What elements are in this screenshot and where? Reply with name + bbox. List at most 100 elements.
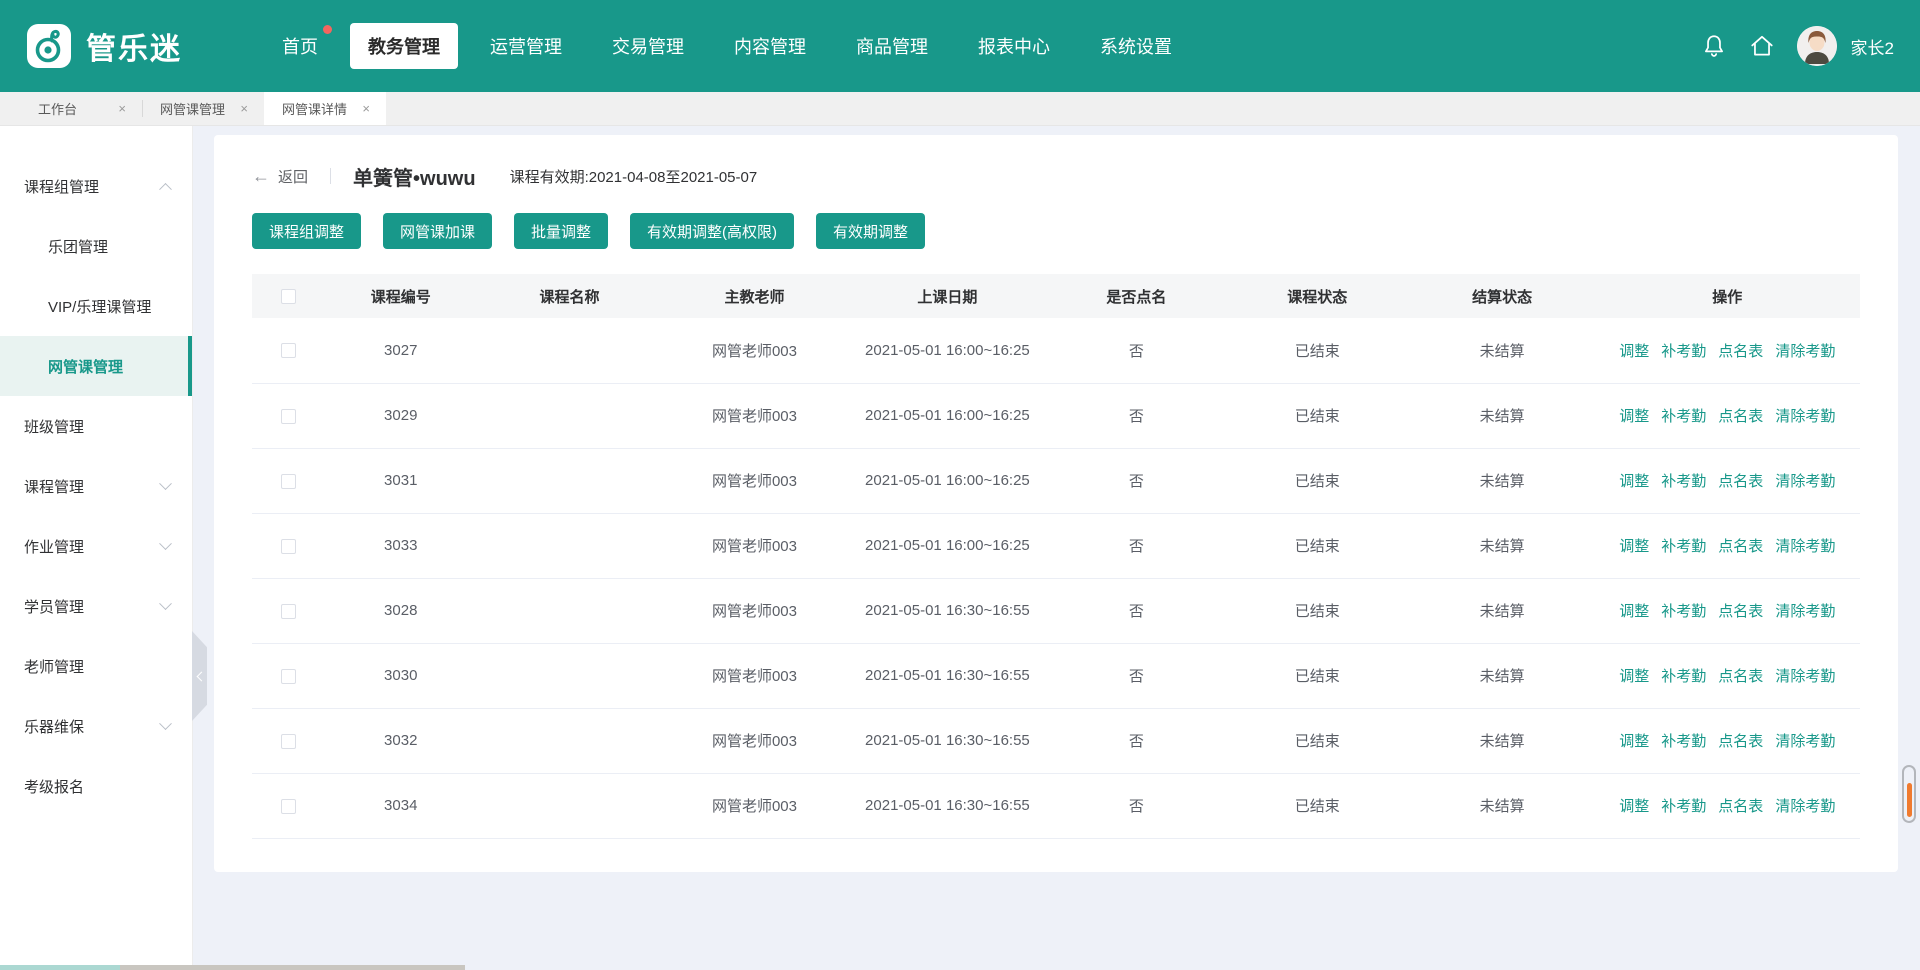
action-link[interactable]: 点名表 [1718,668,1763,685]
sidebar-item[interactable]: 考级报名 [0,756,192,816]
action-link[interactable]: 调整 [1619,733,1649,750]
action-link[interactable]: 补考勤 [1661,798,1706,815]
cell-name [477,578,662,643]
action-link[interactable]: 补考勤 [1661,603,1706,620]
action-link[interactable]: 调整 [1619,668,1649,685]
cell-id: 3030 [324,643,477,708]
cell-rollcall: 否 [1048,578,1225,643]
row-checkbox[interactable] [281,343,296,358]
row-checkbox[interactable] [281,409,296,424]
column-header: 是否点名 [1048,274,1225,318]
action-link[interactable]: 补考勤 [1661,733,1706,750]
action-link[interactable]: 清除考勤 [1775,343,1835,360]
action-link[interactable]: 点名表 [1718,733,1763,750]
toolbar-button[interactable]: 批量调整 [514,213,608,249]
nav-item[interactable]: 教务管理 [350,23,458,69]
cell-id: 3031 [324,448,477,513]
nav-item[interactable]: 交易管理 [594,23,702,69]
bell-icon[interactable] [1701,33,1727,59]
action-link[interactable]: 清除考勤 [1775,798,1835,815]
tab-close-icon[interactable]: × [360,101,372,116]
back-button[interactable]: ← 返回 [252,166,308,187]
action-link[interactable]: 补考勤 [1661,473,1706,490]
row-checkbox[interactable] [281,604,296,619]
top-navbar: 管乐迷 首页教务管理运营管理交易管理内容管理商品管理报表中心系统设置 家长2 [0,0,1920,92]
toolbar-button[interactable]: 网管课加课 [383,213,492,249]
sidebar-item[interactable]: VIP/乐理课管理 [0,276,192,336]
action-link[interactable]: 调整 [1619,343,1649,360]
action-link[interactable]: 清除考勤 [1775,538,1835,555]
vertical-scroll-thumb[interactable] [1907,783,1912,817]
action-link[interactable]: 点名表 [1718,343,1763,360]
select-all-checkbox[interactable] [281,289,296,304]
action-link[interactable]: 点名表 [1718,798,1763,815]
action-link[interactable]: 调整 [1619,473,1649,490]
chevron-up-icon [159,182,172,195]
nav-item[interactable]: 商品管理 [838,23,946,69]
nav-item[interactable]: 首页 [264,23,336,69]
action-link[interactable]: 调整 [1619,408,1649,425]
tab[interactable]: 工作台× [20,92,142,125]
brand[interactable]: 管乐迷 [26,23,236,69]
sidebar-item[interactable]: 乐团管理 [0,216,192,276]
horizontal-scrollbar[interactable] [0,965,1920,970]
home-icon[interactable] [1749,33,1775,59]
chevron-down-icon [159,537,172,550]
sidebar-item[interactable]: 网管课管理 [0,336,192,396]
row-checkbox[interactable] [281,474,296,489]
sidebar-item[interactable]: 班级管理 [0,396,192,456]
cell-rollcall: 否 [1048,708,1225,773]
tab[interactable]: 网管课管理× [142,92,264,125]
cell-rollcall: 否 [1048,448,1225,513]
sidebar-item[interactable]: 作业管理 [0,516,192,576]
row-checkbox[interactable] [281,669,296,684]
action-link[interactable]: 点名表 [1718,603,1763,620]
horizontal-scroll-left-segment[interactable] [0,965,120,970]
action-link[interactable]: 补考勤 [1661,668,1706,685]
cell-settle: 未结算 [1410,773,1595,838]
toolbar-button[interactable]: 课程组调整 [252,213,361,249]
sidebar-item[interactable]: 课程管理 [0,456,192,516]
horizontal-scroll-thumb[interactable] [120,965,465,970]
action-link[interactable]: 调整 [1619,603,1649,620]
table-row: 3029网管老师0032021-05-01 16:00~16:25否已结束未结算… [252,383,1860,448]
action-link[interactable]: 清除考勤 [1775,408,1835,425]
row-checkbox[interactable] [281,734,296,749]
vertical-scrollbar[interactable] [1902,765,1916,823]
avatar[interactable] [1797,26,1837,66]
cell-status: 已结束 [1225,708,1410,773]
sidebar-item-label: 学员管理 [24,596,84,617]
cell-teacher: 网管老师003 [662,513,847,578]
action-link[interactable]: 清除考勤 [1775,473,1835,490]
action-link[interactable]: 点名表 [1718,538,1763,555]
sidebar-item[interactable]: 乐器维保 [0,696,192,756]
cell-status: 已结束 [1225,448,1410,513]
nav-item[interactable]: 内容管理 [716,23,824,69]
notification-dot [323,25,332,34]
action-link[interactable]: 补考勤 [1661,538,1706,555]
user-name[interactable]: 家长2 [1851,34,1894,59]
action-link[interactable]: 调整 [1619,538,1649,555]
tab-close-icon[interactable]: × [116,101,128,116]
action-link[interactable]: 点名表 [1718,473,1763,490]
toolbar-button[interactable]: 有效期调整 [816,213,925,249]
action-link[interactable]: 补考勤 [1661,408,1706,425]
sidebar-item[interactable]: 学员管理 [0,576,192,636]
sidebar-item[interactable]: 课程组管理 [0,156,192,216]
nav-item[interactable]: 运营管理 [472,23,580,69]
nav-item[interactable]: 报表中心 [960,23,1068,69]
cell-settle: 未结算 [1410,578,1595,643]
nav-item[interactable]: 系统设置 [1082,23,1190,69]
tab-close-icon[interactable]: × [238,101,250,116]
action-link[interactable]: 清除考勤 [1775,733,1835,750]
row-checkbox[interactable] [281,799,296,814]
action-link[interactable]: 清除考勤 [1775,668,1835,685]
tab[interactable]: 网管课详情× [264,92,386,125]
sidebar-item[interactable]: 老师管理 [0,636,192,696]
action-link[interactable]: 点名表 [1718,408,1763,425]
row-checkbox[interactable] [281,539,296,554]
action-link[interactable]: 调整 [1619,798,1649,815]
toolbar-button[interactable]: 有效期调整(高权限) [630,213,794,249]
action-link[interactable]: 补考勤 [1661,343,1706,360]
action-link[interactable]: 清除考勤 [1775,603,1835,620]
